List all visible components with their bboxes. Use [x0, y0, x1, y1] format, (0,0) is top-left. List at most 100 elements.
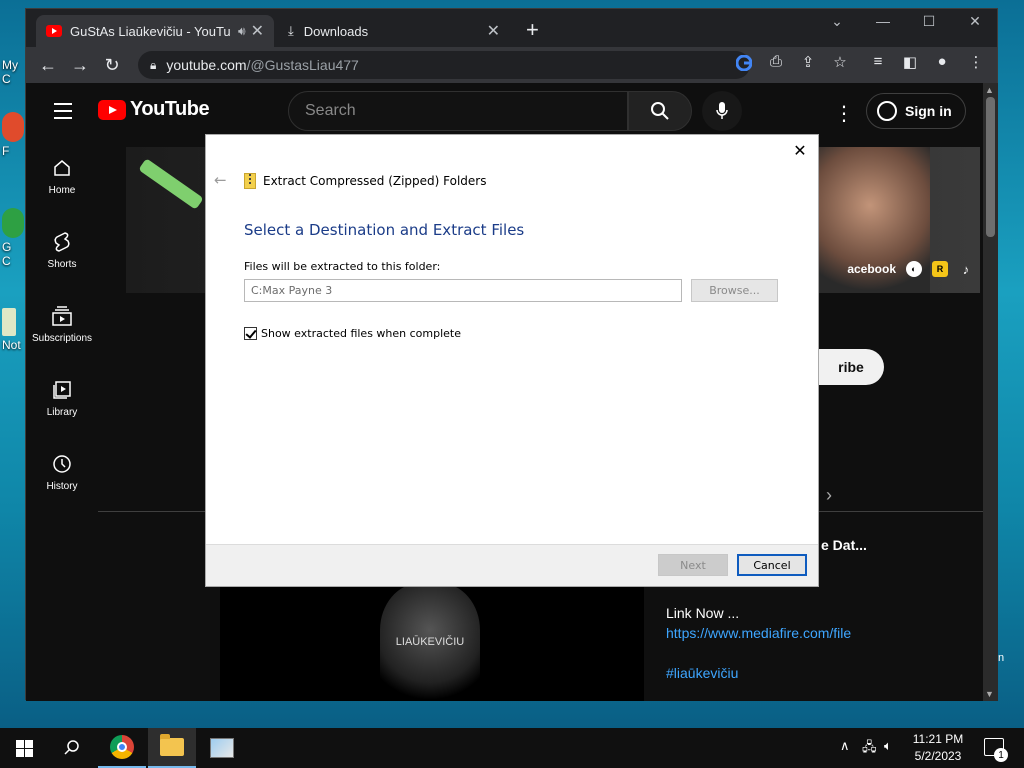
search-input[interactable]: Search	[288, 91, 628, 131]
next-button[interactable]: Next	[658, 554, 728, 576]
windows-logo-icon	[15, 739, 33, 757]
scrollbar-thumb[interactable]	[986, 97, 995, 237]
chrome-menu-icon[interactable]: ⋮	[962, 53, 990, 71]
banner-links: acebook ◐ R ♪	[847, 261, 974, 277]
desktop-icon-label: G	[2, 240, 12, 254]
sidebar-item-subscriptions[interactable]: Subscriptions	[26, 287, 98, 361]
app-icon	[2, 208, 24, 238]
youtube-play-icon	[98, 99, 126, 120]
google-icon[interactable]	[730, 54, 758, 75]
tab-bar: GuStAs Liaūkevičiu - YouTube 🔊︎ ✕ ⤓ Down…	[26, 9, 997, 47]
rockstar-icon[interactable]: R	[932, 261, 948, 277]
media-controls-icon[interactable]: ≡	[864, 53, 892, 70]
bookmark-star-icon[interactable]: ☆	[826, 53, 854, 71]
lock-icon: 🔒︎	[150, 57, 157, 72]
account-icon	[877, 101, 897, 121]
history-icon	[51, 453, 73, 475]
tab-title: GuStAs Liaūkevičiu - YouTube	[70, 23, 230, 39]
sidebar-item-history[interactable]: History	[26, 435, 98, 509]
back-button[interactable]: ←	[32, 55, 64, 76]
voice-search-button[interactable]	[702, 91, 742, 131]
tab-search-button[interactable]: ⌄	[814, 13, 860, 30]
notification-badge: 1	[994, 748, 1008, 762]
new-tab-button[interactable]: +	[526, 17, 539, 43]
scroll-down-icon[interactable]: ▼	[985, 689, 994, 699]
sidebar-item-library[interactable]: Library	[26, 361, 98, 435]
profile-icon[interactable]: ●	[928, 53, 956, 70]
show-files-checkbox[interactable]	[244, 327, 257, 340]
subscribe-button[interactable]: ribe	[818, 349, 884, 385]
clock-date: 5/2/2023	[914, 749, 962, 763]
library-icon	[51, 379, 73, 401]
app-window-icon	[210, 738, 234, 758]
close-window-button[interactable]: ✕	[952, 13, 998, 30]
minimize-button[interactable]: —	[860, 13, 906, 29]
start-button[interactable]	[0, 728, 48, 768]
search-button[interactable]	[628, 91, 692, 131]
clock-time: 11:21 PM	[912, 732, 964, 746]
address-bar[interactable]: 🔒︎ youtube.com/@GustasLiau477	[138, 51, 750, 79]
youtube-logo-text: YouTube	[130, 98, 210, 120]
youtube-logo[interactable]: YouTube	[98, 98, 210, 121]
notepad-icon	[2, 308, 16, 336]
maximize-button[interactable]: ☐	[906, 13, 952, 30]
browse-button[interactable]: Browse...	[691, 279, 778, 302]
clock[interactable]: 11:21 PM 5/2/2023	[900, 731, 976, 765]
dialog-header: Extract Compressed (Zipped) Folders	[244, 173, 487, 189]
desktop-icon-label: C	[2, 254, 11, 268]
shorts-icon	[51, 231, 73, 253]
taskbar-search-button[interactable]	[48, 728, 96, 768]
desktop-icon-label: Not	[2, 338, 21, 352]
chrome-icon	[110, 735, 134, 759]
video-player[interactable]: LIAŪKEVIČIU	[220, 583, 644, 701]
sign-in-button[interactable]: Sign in	[866, 93, 966, 129]
show-files-checkbox-row[interactable]: Show extracted files when complete	[244, 327, 461, 340]
dialog-close-button[interactable]: ✕	[792, 141, 808, 160]
banner-artwork-left	[138, 158, 204, 210]
network-icon[interactable]: 🖧︎	[862, 738, 877, 760]
description-link[interactable]: https://www.mediafire.com/file	[666, 625, 851, 641]
more-options-icon[interactable]: ⋮	[834, 101, 854, 126]
install-app-icon[interactable]: ⎙	[762, 53, 790, 70]
browser-toolbar: ← → ↻ 🔒︎ youtube.com/@GustasLiau477 ⎙ ⇪ …	[26, 47, 997, 83]
volume-icon[interactable]: 🔈︎	[884, 738, 892, 754]
tab-downloads[interactable]: ⤓ Downloads ✕	[278, 15, 510, 47]
back-arrow-icon[interactable]: ←	[214, 171, 227, 189]
facebook-link[interactable]: acebook	[847, 262, 896, 276]
tiktok-icon[interactable]: ♪	[958, 261, 974, 277]
show-files-label: Show extracted files when complete	[261, 327, 462, 340]
taskbar-chrome[interactable]	[98, 728, 146, 768]
page-scrollbar[interactable]: ▲ ▼	[983, 83, 998, 701]
scroll-up-icon[interactable]: ▲	[985, 85, 994, 95]
steam-icon[interactable]: ◐	[906, 261, 922, 277]
taskbar-file-explorer[interactable]	[148, 728, 196, 768]
url-host: youtube.com	[166, 57, 247, 73]
hamburger-menu-icon[interactable]	[54, 103, 72, 124]
side-panel-icon[interactable]: ◧	[896, 53, 924, 71]
description-text: Link Now ...	[666, 605, 740, 621]
show-hidden-icons-icon[interactable]: ∧	[840, 738, 850, 754]
chevron-right-icon[interactable]: ›	[826, 485, 832, 506]
cancel-button[interactable]: Cancel	[737, 554, 807, 576]
desktop-icon-label: F	[2, 144, 10, 158]
tab-youtube[interactable]: GuStAs Liaūkevičiu - YouTube 🔊︎ ✕	[36, 15, 274, 47]
video-title[interactable]: e Dat...	[821, 537, 867, 553]
youtube-favicon-icon	[46, 25, 62, 37]
forward-button[interactable]: →	[64, 55, 96, 76]
file-explorer-icon	[160, 734, 184, 756]
desktop-icon-label: My C	[2, 58, 18, 86]
destination-folder-input[interactable]: C:Max Payne 3	[244, 279, 682, 302]
sidebar-item-shorts[interactable]: Shorts	[26, 213, 98, 287]
tab-close-button[interactable]: ✕	[487, 21, 500, 41]
sidebar-item-home[interactable]: Home	[26, 139, 98, 213]
audio-playing-icon[interactable]: 🔊︎	[238, 24, 246, 39]
microphone-icon	[716, 102, 728, 119]
reload-button[interactable]: ↻	[96, 55, 128, 76]
dialog-header-text: Extract Compressed (Zipped) Folders	[263, 174, 487, 188]
description-hashtag[interactable]: #liaūkevičiu	[666, 665, 738, 681]
share-icon[interactable]: ⇪	[794, 53, 822, 71]
tab-close-button[interactable]: ✕	[251, 21, 264, 41]
sidebar-item-label: Subscriptions	[31, 332, 93, 344]
dialog-title: Select a Destination and Extract Files	[244, 221, 525, 239]
taskbar-app[interactable]	[198, 728, 246, 768]
